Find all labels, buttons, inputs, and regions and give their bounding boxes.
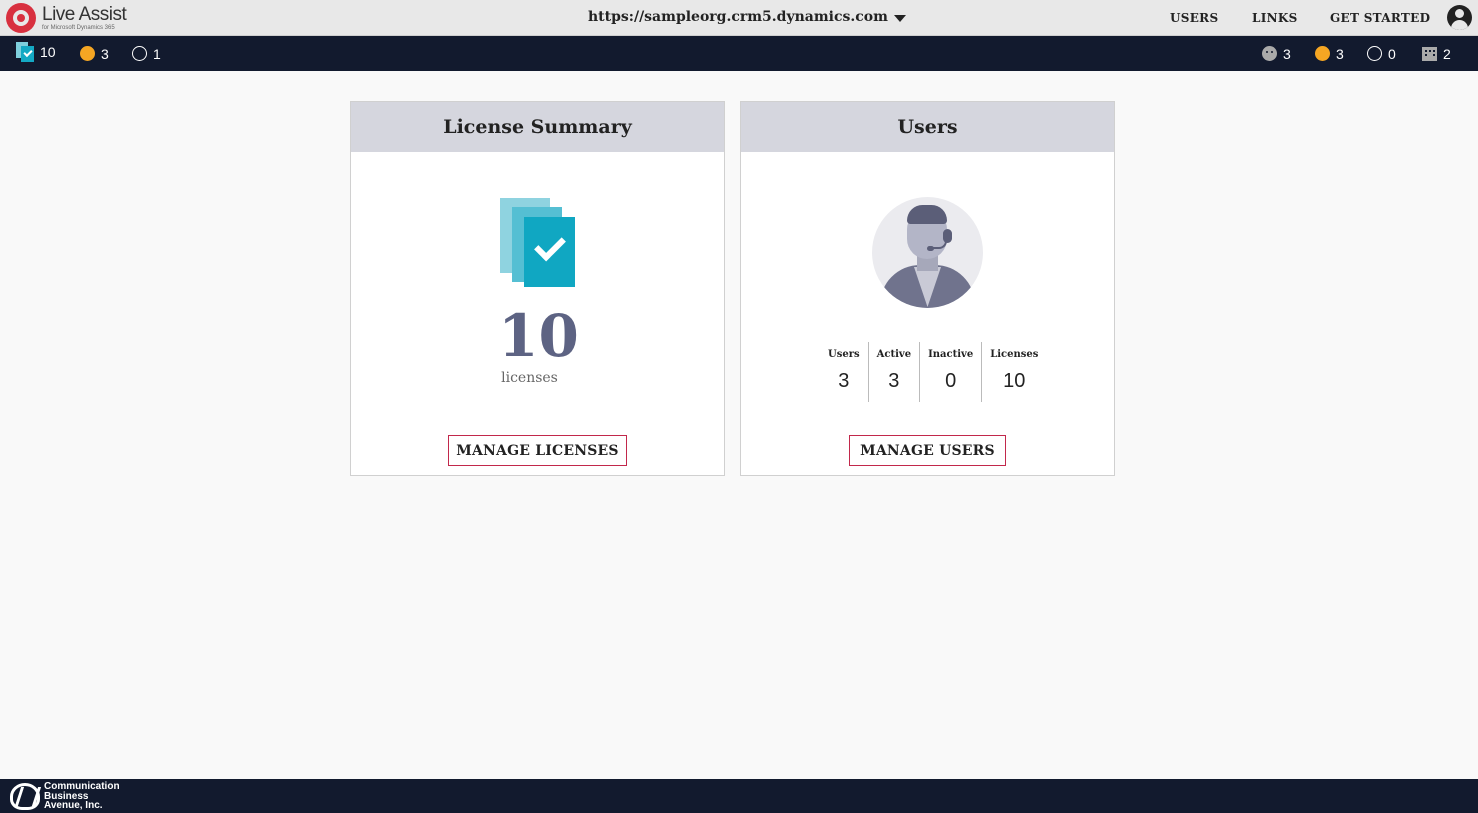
inactive-dot-icon — [132, 46, 147, 61]
manage-users-button[interactable]: MANAGE USERS — [849, 435, 1006, 466]
company-line-3: Avenue, Inc. — [44, 800, 103, 811]
app-logo[interactable]: Live Assist for Microsoft Dynamics 365 — [6, 3, 127, 33]
active-dot-icon — [1315, 46, 1330, 61]
manage-licenses-button[interactable]: MANAGE LICENSES — [448, 435, 627, 466]
stat-inactive-value: 0 — [945, 370, 957, 392]
license-stack-check-icon — [500, 198, 576, 288]
status-bar: 10 3 1 3 3 0 2 — [0, 36, 1478, 71]
app-subtitle: for Microsoft Dynamics 365 — [42, 25, 115, 31]
stat-licenses-value: 10 — [1003, 370, 1026, 392]
company-name: Communication Business Avenue, Inc. — [44, 782, 120, 811]
status-inactive: 1 — [132, 45, 161, 62]
support-agent-avatar-icon — [872, 197, 983, 308]
status-inactive-count: 1 — [153, 45, 161, 62]
stat-users-label: Users — [828, 349, 860, 360]
stat-active-label: Active — [876, 349, 912, 360]
org-url: https://sampleorg.crm5.dynamics.com — [588, 9, 888, 25]
nav-links[interactable]: LINKS — [1252, 11, 1298, 25]
cba-logo-icon[interactable] — [10, 783, 40, 810]
status-right-inactive-count: 0 — [1388, 45, 1396, 62]
stat-licenses: Licenses 10 — [981, 342, 1046, 402]
account-icon[interactable] — [1447, 5, 1472, 30]
footer: Communication Business Avenue, Inc. — [0, 779, 1478, 813]
logo-text: Live Assist for Microsoft Dynamics 365 — [42, 4, 127, 31]
license-icon — [16, 41, 34, 62]
chevron-down-icon — [893, 14, 906, 22]
lifebuoy-icon — [6, 3, 36, 33]
stat-users-value: 3 — [838, 370, 850, 392]
inactive-dot-icon — [1367, 46, 1382, 61]
stat-active: Active 3 — [867, 342, 919, 402]
status-right-active-count: 3 — [1336, 45, 1344, 62]
status-licenses: 10 — [16, 41, 56, 62]
license-summary-card: License Summary 10 licenses MANAGE LICEN… — [350, 101, 725, 476]
stat-active-value: 3 — [888, 370, 900, 392]
status-agents-count: 3 — [1283, 45, 1291, 62]
license-count: 10 — [498, 302, 579, 370]
status-right-inactive: 0 — [1367, 45, 1396, 62]
agent-face-icon — [1262, 46, 1277, 61]
app-title: Live Assist — [42, 4, 127, 25]
stat-users: Users 3 — [820, 342, 868, 402]
users-title: Users — [741, 102, 1114, 152]
status-agents: 3 — [1262, 45, 1291, 62]
stat-inactive-label: Inactive — [928, 349, 974, 360]
users-card: Users Users 3 Active 3 Inactive 0 Licens… — [740, 101, 1115, 476]
license-count-label: licenses — [501, 370, 558, 386]
status-right-active: 3 — [1315, 45, 1344, 62]
org-url-selector[interactable]: https://sampleorg.crm5.dynamics.com — [588, 9, 906, 25]
status-active: 3 — [80, 45, 109, 62]
status-orgs-count: 2 — [1443, 45, 1451, 62]
license-summary-title: License Summary — [351, 102, 724, 152]
stat-inactive: Inactive 0 — [919, 342, 981, 402]
status-active-count: 3 — [101, 45, 109, 62]
status-orgs: 2 — [1422, 45, 1451, 62]
nav-users[interactable]: USERS — [1170, 11, 1218, 25]
status-licenses-count: 10 — [40, 43, 56, 60]
nav-get-started[interactable]: GET STARTED — [1330, 11, 1430, 25]
active-dot-icon — [80, 46, 95, 61]
building-icon — [1422, 46, 1437, 61]
top-bar: Live Assist for Microsoft Dynamics 365 h… — [0, 0, 1478, 36]
stat-licenses-label: Licenses — [990, 349, 1039, 360]
user-stats: Users 3 Active 3 Inactive 0 Licenses 10 — [820, 342, 1046, 402]
